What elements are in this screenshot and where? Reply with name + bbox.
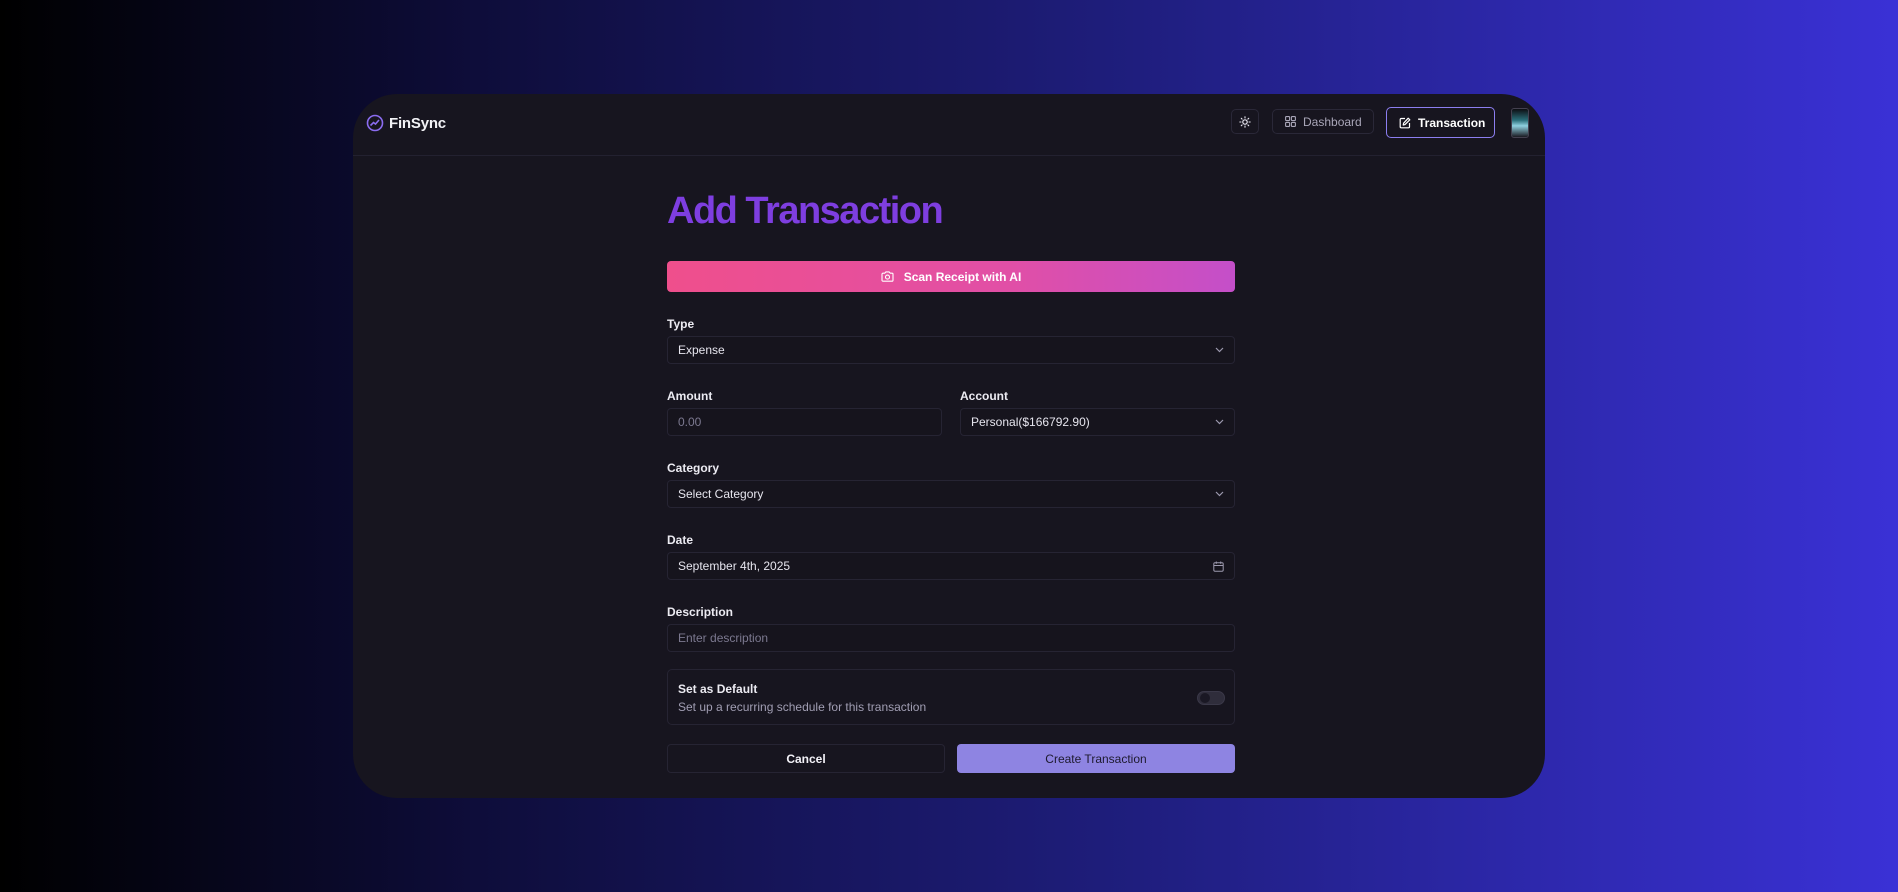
default-setting-card: Set as Default Set up a recurring schedu… xyxy=(667,669,1235,725)
grid-icon xyxy=(1285,116,1296,127)
description-placeholder: Enter description xyxy=(678,631,769,645)
amount-label: Amount xyxy=(667,389,713,403)
camera-icon xyxy=(881,271,894,282)
user-avatar[interactable] xyxy=(1511,108,1529,138)
chevron-down-icon xyxy=(1215,419,1224,425)
type-label: Type xyxy=(667,317,695,331)
default-setting-subtitle: Set up a recurring schedule for this tra… xyxy=(678,700,927,714)
nav-dashboard-button[interactable]: Dashboard xyxy=(1272,109,1374,134)
scan-receipt-label: Scan Receipt with AI xyxy=(903,269,1022,284)
amount-placeholder: 0.00 xyxy=(678,415,702,429)
default-setting-title: Set as Default xyxy=(678,682,758,696)
account-label: Account xyxy=(960,389,1008,403)
brand-name: FinSync xyxy=(389,114,446,132)
default-toggle-switch[interactable] xyxy=(1197,691,1225,705)
theme-toggle-button[interactable] xyxy=(1231,109,1259,134)
header: FinSync Dashboard Transaction xyxy=(353,94,1545,156)
account-select[interactable]: Personal($166792.90) xyxy=(960,408,1235,436)
type-select[interactable]: Expense xyxy=(667,336,1235,364)
category-select-value: Select Category xyxy=(678,487,764,501)
nav-dashboard-label: Dashboard xyxy=(1303,114,1362,129)
logo-icon xyxy=(366,114,384,132)
nav-transaction-button[interactable]: Transaction xyxy=(1386,107,1495,138)
toggle-knob xyxy=(1200,693,1210,703)
edit-icon xyxy=(1399,117,1411,129)
type-select-value: Expense xyxy=(678,343,725,357)
category-label: Category xyxy=(667,461,720,475)
description-input[interactable]: Enter description xyxy=(667,624,1235,652)
app-window: FinSync Dashboard Transaction Add Transa… xyxy=(353,94,1545,798)
brand[interactable]: FinSync xyxy=(366,114,446,132)
create-transaction-button[interactable]: Create Transaction xyxy=(957,744,1235,773)
calendar-icon xyxy=(1213,561,1224,572)
description-label: Description xyxy=(667,605,734,619)
chevron-down-icon xyxy=(1215,491,1224,497)
amount-input[interactable]: 0.00 xyxy=(667,408,942,436)
date-picker[interactable]: September 4th, 2025 xyxy=(667,552,1235,580)
account-select-value: Personal($166792.90) xyxy=(971,415,1090,429)
sun-icon xyxy=(1239,115,1251,128)
date-label: Date xyxy=(667,533,694,547)
page-title: Add Transaction xyxy=(667,190,944,232)
scan-receipt-button[interactable]: Scan Receipt with AI xyxy=(667,261,1235,292)
cancel-button[interactable]: Cancel xyxy=(667,744,945,773)
chevron-down-icon xyxy=(1215,347,1224,353)
date-picker-value: September 4th, 2025 xyxy=(678,559,791,573)
nav-transaction-label: Transaction xyxy=(1418,115,1486,130)
category-select[interactable]: Select Category xyxy=(667,480,1235,508)
